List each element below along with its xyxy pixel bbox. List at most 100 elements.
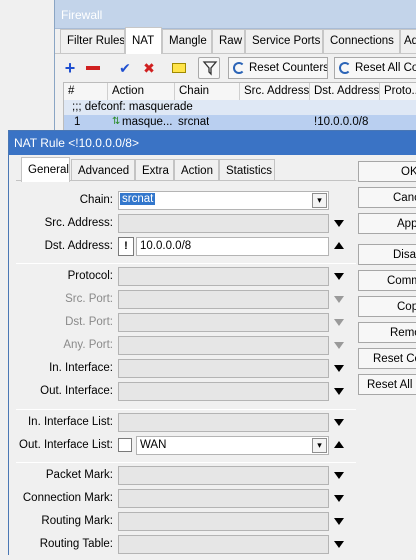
dst-address-label: Dst. Address: bbox=[44, 240, 113, 252]
disable-x-icon[interactable]: ✖ bbox=[139, 58, 159, 78]
add-icon[interactable]: + bbox=[60, 58, 80, 78]
col-number[interactable]: # bbox=[64, 83, 108, 100]
tab-statistics[interactable]: Statistics bbox=[219, 159, 275, 181]
table-row[interactable]: 1 ⇅ masque... srcnat !10.0.0.0/8 bbox=[64, 115, 416, 130]
disable-button[interactable]: Disable bbox=[358, 244, 416, 265]
any-port-row: Any. Port: bbox=[16, 336, 356, 356]
reset-counters-button[interactable]: Reset Counters bbox=[228, 57, 328, 79]
dst-address-not-toggle[interactable]: ! bbox=[118, 237, 134, 256]
nat-rule-window: NAT Rule <!10.0.0.0/8> General Advanced … bbox=[8, 130, 416, 560]
in-interface-label: In. Interface: bbox=[49, 362, 113, 374]
out-interface-list-not-checkbox[interactable] bbox=[118, 438, 132, 452]
packet-mark-expand-icon[interactable] bbox=[334, 472, 344, 479]
out-interface-row: Out. Interface: bbox=[16, 382, 356, 402]
reset-counters-label: Reset Counters bbox=[249, 62, 328, 74]
routing-mark-row: Routing Mark: bbox=[16, 512, 356, 532]
dst-address-row: Dst. Address: ! 10.0.0.0/8 bbox=[16, 237, 356, 257]
out-interface-label: Out. Interface: bbox=[40, 385, 113, 397]
src-address-expand-icon[interactable] bbox=[334, 220, 344, 227]
packet-mark-input[interactable] bbox=[118, 466, 329, 485]
tab-advanced[interactable]: Advanced bbox=[71, 159, 135, 181]
out-interface-list-dropdown-icon[interactable]: ▾ bbox=[312, 438, 327, 453]
table-header: # Action Chain Src. Address Dst. Address… bbox=[64, 83, 416, 100]
divider bbox=[16, 263, 356, 264]
rule-number: 1 bbox=[74, 116, 81, 128]
rule-chain: srcnat bbox=[178, 116, 210, 128]
reset-all-counters-button[interactable]: Reset All Co bbox=[334, 57, 416, 79]
routing-table-label: Routing Table: bbox=[39, 538, 113, 550]
remove-icon[interactable] bbox=[83, 58, 103, 78]
protocol-expand-icon[interactable] bbox=[334, 273, 344, 280]
src-address-input[interactable] bbox=[118, 214, 329, 233]
tab-connections[interactable]: Connections bbox=[323, 29, 400, 53]
col-dst-address[interactable]: Dst. Address bbox=[310, 83, 380, 100]
tab-mangle[interactable]: Mangle bbox=[162, 29, 212, 53]
tab-raw[interactable]: Raw bbox=[212, 29, 245, 53]
protocol-row: Protocol: bbox=[16, 267, 356, 287]
in-interface-list-label: In. Interface List: bbox=[27, 416, 113, 428]
apply-button[interactable]: Apply bbox=[358, 213, 416, 234]
tab-filter-rules[interactable]: Filter Rules bbox=[60, 29, 125, 53]
table-comment-row[interactable]: ;;; defconf: masquerade bbox=[64, 100, 416, 115]
tab-nat[interactable]: NAT bbox=[125, 27, 162, 54]
ok-button[interactable]: OK bbox=[358, 161, 416, 182]
rule-comment: ;;; defconf: masquerade bbox=[72, 101, 193, 113]
in-interface-input[interactable] bbox=[118, 359, 329, 378]
in-interface-expand-icon[interactable] bbox=[334, 365, 344, 372]
dst-address-input[interactable]: 10.0.0.0/8 bbox=[136, 237, 329, 256]
chain-select[interactable]: srcnat ▾ bbox=[118, 191, 329, 210]
routing-mark-label: Routing Mark: bbox=[41, 515, 113, 527]
comment-note-icon[interactable] bbox=[169, 58, 189, 78]
reset-counters-button-side[interactable]: Reset Counters bbox=[358, 348, 416, 369]
cancel-button[interactable]: Cancel bbox=[358, 187, 416, 208]
any-port-label: Any. Port: bbox=[63, 339, 113, 351]
out-interface-list-select[interactable]: WAN ▾ bbox=[136, 436, 329, 455]
in-interface-row: In. Interface: bbox=[16, 359, 356, 379]
out-interface-input[interactable] bbox=[118, 382, 329, 401]
comment-button[interactable]: Comment bbox=[358, 270, 416, 291]
in-interface-list-expand-icon[interactable] bbox=[334, 419, 344, 426]
protocol-input[interactable] bbox=[118, 267, 329, 286]
general-panel: Chain: srcnat ▾ Src. Address: Dst. Addre… bbox=[16, 180, 356, 560]
dst-port-row: Dst. Port: bbox=[16, 313, 356, 333]
reset-all-counters-button-side[interactable]: Reset All Counters bbox=[358, 374, 416, 395]
chain-dropdown-icon[interactable]: ▾ bbox=[312, 193, 327, 208]
src-port-input[interactable] bbox=[118, 290, 329, 309]
tab-address-lists[interactable]: Ad bbox=[400, 29, 416, 53]
enable-check-icon[interactable]: ✔ bbox=[115, 58, 135, 78]
out-interface-list-value: WAN bbox=[140, 439, 167, 451]
out-interface-expand-icon[interactable] bbox=[334, 388, 344, 395]
firewall-tabs: Filter Rules NAT Mangle Raw Service Port… bbox=[55, 27, 416, 54]
remove-button[interactable]: Remove bbox=[358, 322, 416, 343]
dst-port-input[interactable] bbox=[118, 313, 329, 332]
copy-button[interactable]: Copy bbox=[358, 296, 416, 317]
col-chain[interactable]: Chain bbox=[175, 83, 240, 100]
dst-address-value: 10.0.0.0/8 bbox=[140, 240, 192, 252]
packet-mark-label: Packet Mark: bbox=[45, 469, 113, 481]
tab-general[interactable]: General bbox=[21, 157, 70, 182]
src-address-label: Src. Address: bbox=[44, 217, 113, 229]
col-src-address[interactable]: Src. Address bbox=[240, 83, 310, 100]
tab-extra[interactable]: Extra bbox=[135, 159, 174, 181]
src-address-row: Src. Address: bbox=[16, 214, 356, 234]
src-port-row: Src. Port: bbox=[16, 290, 356, 310]
nat-rule-title: NAT Rule <!10.0.0.0/8> bbox=[9, 131, 416, 155]
out-interface-list-collapse-icon[interactable] bbox=[334, 441, 344, 448]
any-port-input[interactable] bbox=[118, 336, 329, 355]
chain-row: Chain: srcnat ▾ bbox=[16, 191, 356, 211]
rule-action: masque... bbox=[122, 116, 173, 128]
routing-mark-expand-icon[interactable] bbox=[334, 518, 344, 525]
tab-action[interactable]: Action bbox=[174, 159, 219, 181]
tab-service-ports[interactable]: Service Ports bbox=[245, 29, 323, 53]
col-action[interactable]: Action bbox=[108, 83, 175, 100]
col-protocol[interactable]: Proto... bbox=[380, 83, 416, 100]
filter-button[interactable] bbox=[198, 57, 220, 79]
connection-mark-input[interactable] bbox=[118, 489, 329, 508]
in-interface-list-input[interactable] bbox=[118, 413, 329, 432]
routing-table-expand-icon[interactable] bbox=[334, 541, 344, 548]
routing-table-input[interactable] bbox=[118, 535, 329, 554]
connection-mark-expand-icon[interactable] bbox=[334, 495, 344, 502]
routing-mark-input[interactable] bbox=[118, 512, 329, 531]
dst-address-collapse-icon[interactable] bbox=[334, 242, 344, 249]
packet-mark-row: Packet Mark: bbox=[16, 466, 356, 486]
